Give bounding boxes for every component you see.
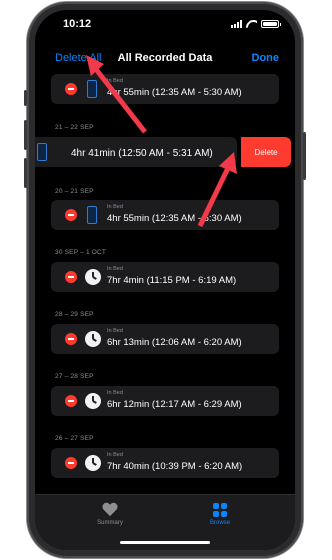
section-header: 28 – 29 SEP <box>55 311 94 318</box>
signal-icon <box>231 20 242 28</box>
record-value: 4hr 55min (12:35 AM - 5:30 AM) <box>107 87 242 98</box>
section-header: 21 – 22 SEP <box>55 124 94 131</box>
delete-button[interactable]: Delete <box>241 137 291 167</box>
phone-icon <box>37 143 47 161</box>
screen: 10:12 Delete All All Recorded Data Done … <box>35 10 295 550</box>
clock-icon <box>85 393 101 409</box>
phone-icon <box>87 80 97 98</box>
section-header: 27 – 28 SEP <box>55 373 94 380</box>
tab-summary[interactable]: Summary <box>70 503 150 526</box>
remove-icon[interactable] <box>65 209 77 221</box>
record-label: In Bed <box>107 204 123 210</box>
phone-icon <box>87 206 97 224</box>
phone-frame: 10:12 Delete All All Recorded Data Done … <box>24 2 306 558</box>
notch <box>100 10 230 32</box>
remove-icon[interactable] <box>65 83 77 95</box>
record-value: 4hr 55min (12:35 AM - 5:30 AM) <box>107 213 242 224</box>
wifi-icon <box>246 20 257 28</box>
remove-icon[interactable] <box>65 271 77 283</box>
record-row[interactable]: In Bed 4hr 55min (12:35 AM - 5:30 AM) <box>51 200 279 230</box>
remove-icon[interactable] <box>65 333 77 345</box>
section-header: 26 – 27 SEP <box>55 435 94 442</box>
done-button[interactable]: Done <box>252 52 280 64</box>
record-row[interactable]: In Bed 7hr 4min (11:15 PM - 6:19 AM) <box>51 262 279 292</box>
tab-browse[interactable]: Browse <box>180 503 260 526</box>
tab-summary-label: Summary <box>97 520 123 526</box>
volume-down-button <box>24 158 27 188</box>
tab-bar: Summary Browse <box>35 494 295 550</box>
record-value: 7hr 40min (10:39 PM - 6:20 AM) <box>107 461 243 472</box>
record-row-swiped[interactable]: 4hr 41min (12:50 AM - 5:31 AM) <box>35 137 237 167</box>
record-value: 4hr 41min (12:50 AM - 5:31 AM) <box>71 148 213 159</box>
section-header: 30 SEP – 1 OCT <box>55 249 107 256</box>
record-value: 6hr 13min (12:06 AM - 6:20 AM) <box>107 337 242 348</box>
record-label: In Bed <box>107 78 123 84</box>
record-label: In Bed <box>107 452 123 458</box>
record-value: 6hr 12min (12:17 AM - 6:29 AM) <box>107 399 242 410</box>
remove-icon[interactable] <box>65 457 77 469</box>
status-time: 10:12 <box>63 18 92 30</box>
record-row[interactable]: In Bed 6hr 12min (12:17 AM - 6:29 AM) <box>51 386 279 416</box>
record-row[interactable]: In Bed 7hr 40min (10:39 PM - 6:20 AM) <box>51 448 279 478</box>
battery-icon <box>261 20 281 28</box>
grid-icon <box>213 503 227 517</box>
status-icons <box>231 20 281 28</box>
record-label: In Bed <box>107 266 123 272</box>
clock-icon <box>85 269 101 285</box>
clock-icon <box>85 331 101 347</box>
record-value: 7hr 4min (11:15 PM - 6:19 AM) <box>107 275 237 286</box>
power-button <box>303 132 306 180</box>
tab-browse-label: Browse <box>209 520 230 526</box>
volume-up-button <box>24 120 27 150</box>
mute-switch <box>24 90 27 106</box>
nav-bar: Delete All All Recorded Data Done <box>35 50 295 70</box>
heart-icon <box>102 503 118 517</box>
record-label: In Bed <box>107 328 123 334</box>
remove-icon[interactable] <box>65 395 77 407</box>
home-indicator <box>120 541 210 544</box>
section-header: 20 – 21 SEP <box>55 188 94 195</box>
record-row[interactable]: In Bed 4hr 55min (12:35 AM - 5:30 AM) <box>51 74 279 104</box>
record-label: In Bed <box>107 390 123 396</box>
record-row[interactable]: In Bed 6hr 13min (12:06 AM - 6:20 AM) <box>51 324 279 354</box>
clock-icon <box>85 455 101 471</box>
